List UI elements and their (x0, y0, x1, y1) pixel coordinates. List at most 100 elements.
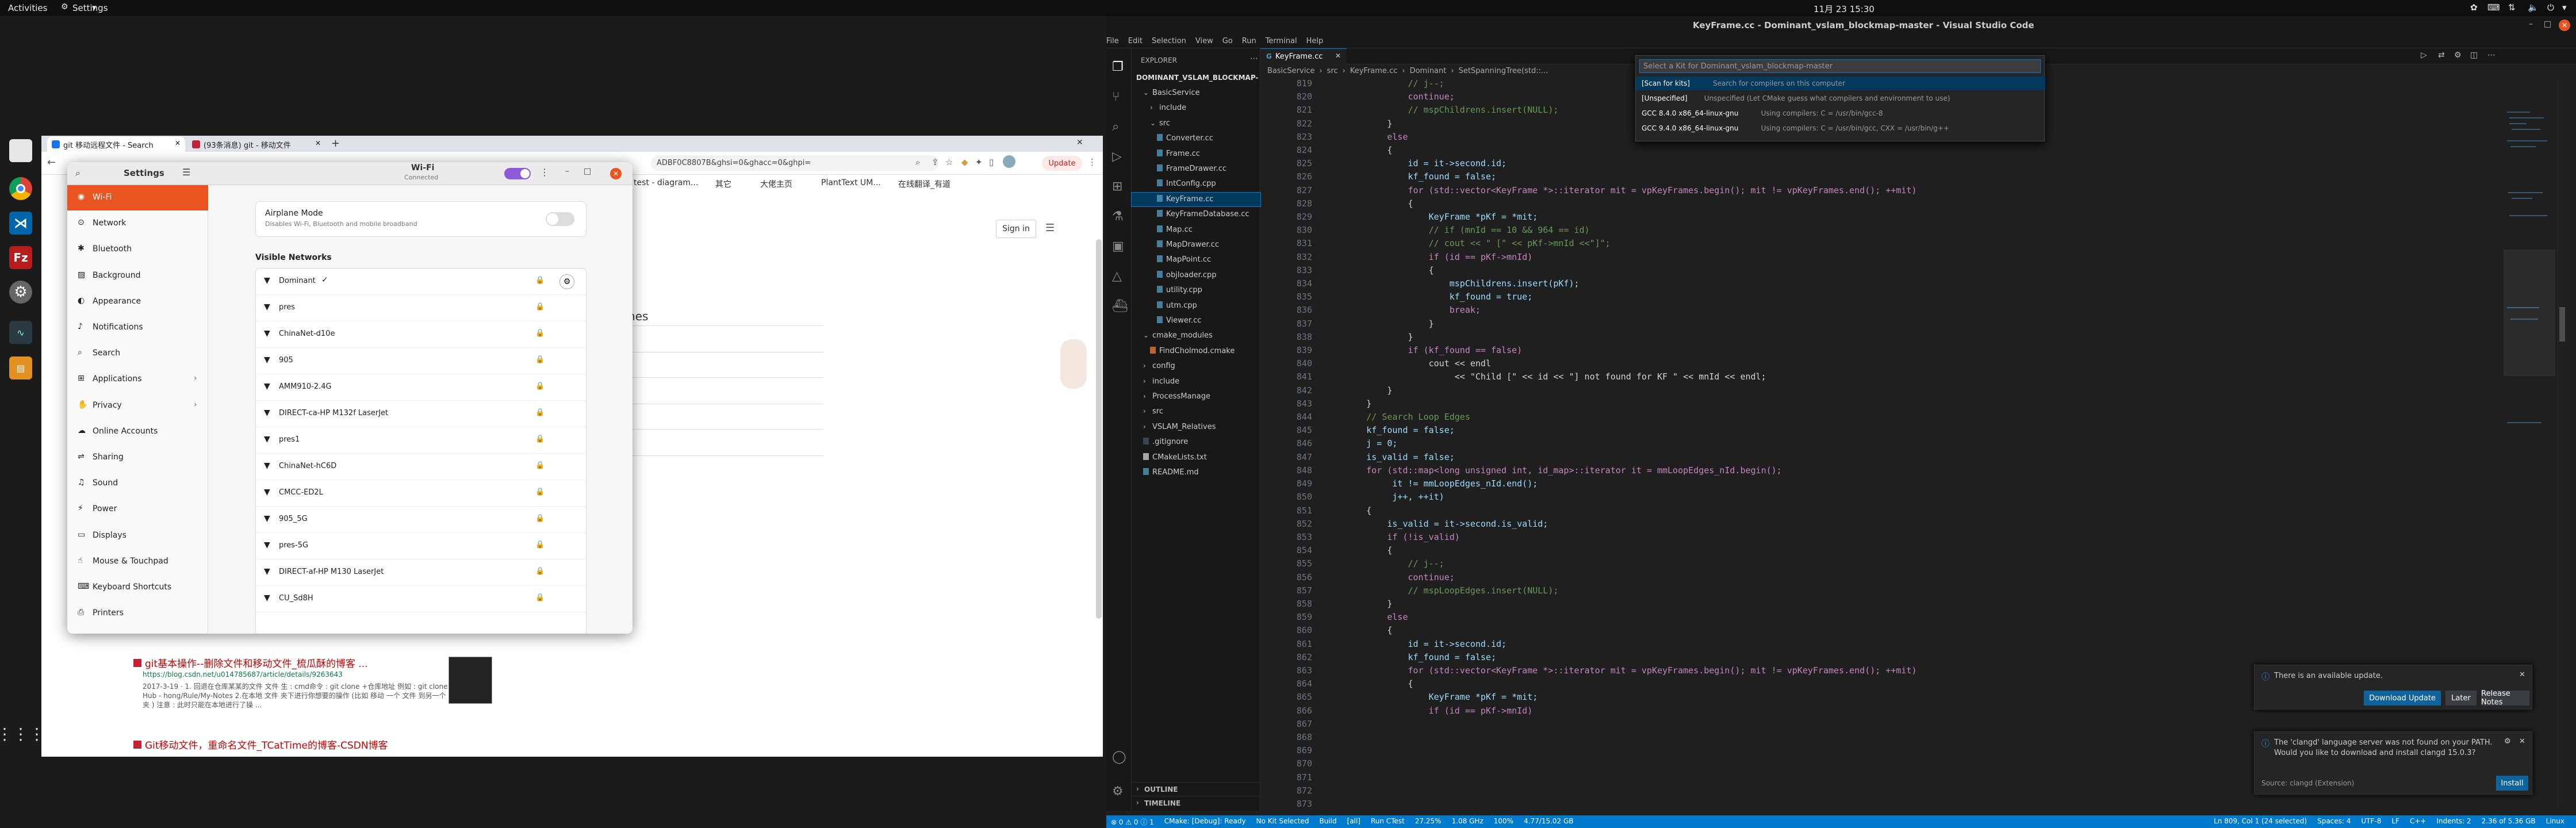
tree-item[interactable]: ⌄ cmake_modules (1132, 329, 1260, 343)
status-item[interactable]: CMake: [Debug]: Ready (1164, 817, 1246, 827)
menu-selection[interactable]: Selection (1152, 37, 1186, 48)
menu-go[interactable]: Go (1222, 37, 1233, 48)
kit-option[interactable]: [Unspecified] Unspecified (Let CMake gues… (1636, 91, 2045, 105)
tree-item[interactable]: MapDrawer.cc (1132, 238, 1260, 252)
status-item[interactable]: 1.08 GHz (1452, 817, 1483, 827)
sidebar-item-wi-fi[interactable]: ◉ Wi-Fi (67, 185, 208, 210)
kit-option[interactable]: GCC 9.4.0 x86_64-linux-gnu Using compiler… (1636, 121, 2045, 135)
close-icon[interactable]: ✕ (2519, 737, 2525, 746)
sidebar-item-background[interactable]: ▨ Background (67, 263, 208, 289)
docker-icon[interactable]: ⛴ (1112, 299, 1128, 313)
status-item[interactable]: 2.36 of 5.36 GB (2482, 817, 2536, 825)
status-item[interactable]: UTF-8 (2361, 817, 2381, 825)
puzzle-icon[interactable]: ✦ (975, 157, 983, 167)
status-item[interactable]: Run CTest (1371, 817, 1405, 827)
result-thumbnail[interactable] (448, 657, 492, 704)
network-row[interactable]: ▼ ChinaNet-hC6D 🔒 (256, 454, 586, 480)
source-control-icon[interactable]: ⑂ (1112, 90, 1120, 104)
keyboard-layout-indicator[interactable]: ⌨ (2487, 2, 2500, 13)
editor-scrollbar[interactable] (2558, 77, 2566, 807)
share-icon[interactable]: ⇪ (931, 157, 939, 167)
browser-tab-csdn[interactable]: (93条消息) git - 移动文件 ✕ (187, 137, 325, 152)
code-editor[interactable]: // j--; continue; // mspChildrens.insert… (1325, 77, 2394, 796)
network-row[interactable]: ▼ CU_Sd8H 🔒 (256, 586, 586, 612)
close-icon[interactable]: ✕ (315, 139, 321, 147)
sidebar-item-keyboard-shortcuts[interactable]: ⌨ Keyboard Shortcuts (67, 575, 208, 600)
network-row[interactable]: ▼ CMCC-ED2L 🔒 (256, 480, 586, 507)
search-icon[interactable]: ⌕ (1112, 120, 1119, 134)
status-item[interactable]: 4.77/15.02 GB (1524, 817, 1573, 827)
status-item[interactable]: Build (1319, 817, 1336, 827)
tab-keyframe[interactable]: G KeyFrame.cc ✕ (1260, 48, 1347, 64)
tree-item[interactable]: utm.cpp (1132, 299, 1260, 313)
chevron-down-icon[interactable]: ▾ (2562, 2, 2567, 13)
hamburger-icon[interactable]: ☰ (1045, 222, 1055, 234)
update-button[interactable]: Update (1042, 156, 1082, 171)
network-icon[interactable]: ⇅ (2508, 2, 2516, 13)
cmake-icon[interactable]: △ (1112, 269, 1122, 283)
manage-gear-icon[interactable]: ⚙ (1112, 784, 1124, 799)
breadcrumb-item[interactable]: SetSpanningTree(std::... (1459, 67, 1548, 75)
network-row[interactable]: ▼ pres-5G 🔒 (256, 533, 586, 559)
status-item[interactable]: Spaces: 4 (2317, 817, 2351, 825)
close-icon[interactable]: ✕ (2519, 670, 2525, 679)
minimize-icon[interactable]: – (565, 167, 569, 176)
tree-item[interactable]: Frame.cc (1132, 147, 1260, 161)
kit-option[interactable]: [Scan for kits] Search for compilers on t… (1636, 76, 2045, 90)
clock[interactable]: 11月 23 15:30 (1814, 3, 1874, 15)
network-row[interactable]: ▼ Dominant ✓ ⚙ 🔒 (256, 269, 586, 295)
star-icon[interactable]: ☆ (945, 157, 953, 167)
system-monitor-icon[interactable]: ∿ (9, 321, 32, 344)
extension-icon[interactable]: ◆ (961, 157, 968, 167)
menu-run[interactable]: Run (1242, 37, 1256, 48)
tree-item[interactable]: .gitignore (1132, 435, 1260, 449)
tree-item[interactable]: › VSLAM_Relatives (1132, 420, 1260, 434)
sidebar-item-power[interactable]: ⚡ Power (67, 497, 208, 522)
wifi-toggle[interactable] (504, 168, 531, 179)
activities-button[interactable]: Activities (8, 3, 47, 13)
gear-icon[interactable]: ⚙ (2504, 737, 2511, 746)
tree-item[interactable]: KeyFrameDatabase.cc (1132, 208, 1260, 221)
status-item[interactable]: Linux (2546, 817, 2564, 825)
network-row[interactable]: ▼ DIRECT-ca-HP M132f LaserJet 🔒 (256, 401, 586, 427)
status-item[interactable]: 27.25% (1415, 817, 1442, 827)
testing-icon[interactable]: ⚗ (1112, 209, 1124, 224)
tree-item[interactable]: Converter.cc (1132, 132, 1260, 145)
extensions-icon[interactable]: ⊞ (1112, 179, 1122, 194)
tree-item[interactable]: ⌄ BasicService (1132, 86, 1260, 100)
network-row[interactable]: ▼ pres1 🔒 (256, 427, 586, 454)
window-close-icon[interactable]: ✕ (1076, 138, 1083, 147)
tree-item[interactable]: › include (1132, 375, 1260, 389)
sidebar-item-online-accounts[interactable]: ☁ Online Accounts (67, 419, 208, 444)
tree-item[interactable]: ⌄ src (1132, 117, 1260, 131)
outline-section[interactable]: › OUTLINE (1132, 782, 1260, 796)
bookmark-item[interactable]: 在线翻译_有道 (898, 178, 950, 190)
bookmark-item[interactable]: 大佬主页 (760, 178, 792, 190)
sidebar-item-appearance[interactable]: ◐ Appearance (67, 289, 208, 315)
result-url[interactable]: https://blog.csdn.net/u014785687/article… (143, 670, 419, 678)
bookmark-item[interactable]: 其它 (715, 178, 731, 190)
sign-in-button[interactable]: Sign in (996, 220, 1036, 238)
later-button[interactable]: Later (2445, 691, 2477, 706)
split-editor-icon[interactable]: ◫ (2470, 51, 2478, 60)
power-icon[interactable]: ⏻ (2547, 2, 2554, 13)
status-item[interactable]: Ln 809, Col 1 (24 selected) (2214, 817, 2307, 825)
tree-item[interactable]: README.md (1132, 466, 1260, 480)
sogou-input-icon[interactable]: ✿ (2470, 2, 2478, 13)
status-item[interactable]: ⊗ 0 ⚠ 0 ⓘ 1 (1111, 817, 1154, 827)
tree-item[interactable]: IntConfig.cpp (1132, 177, 1260, 191)
run-debug-icon[interactable]: ▷ (1112, 150, 1122, 164)
minimize-icon[interactable]: – (2529, 20, 2533, 29)
new-tab-icon[interactable]: + (331, 137, 340, 150)
close-icon[interactable]: ✕ (610, 168, 622, 179)
sidebar-item-mouse-touchpad[interactable]: ☝ Mouse & Touchpad (67, 549, 208, 574)
vscode-icon[interactable]: ⋊ (9, 212, 32, 235)
download-update-button[interactable]: Download Update (2364, 691, 2441, 706)
sidebar-item-displays[interactable]: ▭ Displays (67, 523, 208, 549)
sidebar-item-applications[interactable]: ⊞ Applications › (67, 367, 208, 392)
menu-icon[interactable]: ☰ (182, 167, 190, 178)
network-row[interactable]: ▼ DIRECT-af-HP M130 LaserJet 🔒 (256, 559, 586, 586)
breadcrumb-item[interactable]: KeyFrame.cc (1350, 67, 1398, 75)
menu-icon[interactable]: ⋮ (1088, 157, 1097, 167)
browser-tab-search[interactable]: git 移动远程文件 - Search ✕ (47, 137, 185, 152)
